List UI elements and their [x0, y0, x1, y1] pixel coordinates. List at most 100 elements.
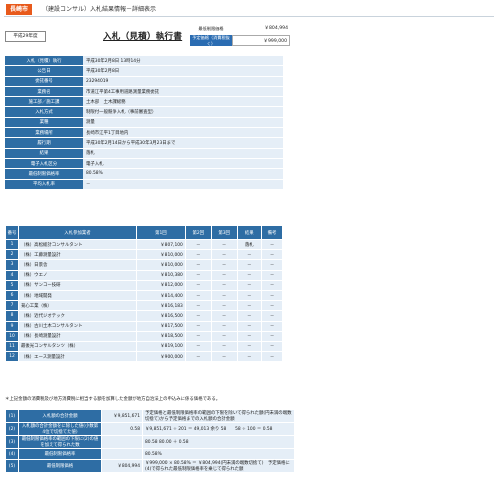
bidder-name: （株）工藤測量設計 [18, 249, 137, 261]
calc-sum: 0.58 [101, 422, 143, 436]
bid-round3: － [210, 289, 238, 302]
info-row: 業務場所 長崎市江平1丁目地内 [5, 127, 283, 139]
bidder-name: 菊心工業（株） [18, 300, 137, 312]
planned-price-value: ￥999,000 [232, 35, 290, 46]
fiscal-year-badge: 平成29年度 [5, 31, 46, 42]
bid-info-table: 入札（見積）執行 平成30年2月8日 13時14分 公告日 平成30年2月8日 委託番号… [5, 56, 283, 190]
page-title: 入札（見積）執行書 [103, 32, 183, 42]
table-row: 1 （株）高松総計コンサルタント ￥807,100 －－落札－ [5, 238, 283, 251]
table-row: 7 菊心工業（株） ￥816,183 －－－－ [5, 300, 283, 312]
bid-round2: － [184, 269, 212, 281]
bid-round1: ￥816,500 [135, 310, 186, 322]
bid-column-header: 番号 [5, 225, 19, 240]
calc-row: (1) 入札額の合計金額 ￥9,851,671 予定価格と最低制限価格率の範囲の下限を… [5, 409, 295, 423]
table-row: 4 （株）ウエノ ￥810,380 －－－－ [5, 269, 283, 281]
table-row: 3 （株）日景舎 ￥810,000 －－－－ [5, 259, 283, 271]
bidders-table: 番号 入札参加業者 第1回 第2回 第3回 結果 備考 1 （株）高松総計コンサルタント ￥80… [5, 225, 283, 363]
bid-number: 2 [5, 249, 19, 261]
bidder-name: （株）高松総計コンサルタント [18, 238, 137, 251]
calc-detail: 80.58% [142, 448, 295, 460]
calc-sum [101, 448, 143, 460]
bid-result: － [236, 259, 263, 271]
bid-result: － [236, 310, 263, 322]
calc-number: (1) [5, 409, 19, 423]
page-header-title: （建設コンサル）入札結果情報－詳細表示 [42, 6, 157, 13]
info-row: 入札方式 制限付一般競争入札（事前審査型） [5, 106, 283, 118]
calc-row: (5) 最低制限価格 ￥804,994 ￥999,000 × 80.58% ＝ ￥80… [5, 459, 295, 473]
bidder-name: （株）地域開発 [18, 289, 137, 302]
calc-row: (3) 最低制限価格率の範囲の下限に(2)の値を加えて得られた数 80.58 80.… [5, 435, 295, 449]
bid-remarks: － [261, 238, 283, 251]
calc-label: 入札額の合計金額をに除した値(小数第4位で切捨てた値) [18, 422, 102, 436]
bid-column-header: 第3回 [210, 225, 238, 240]
bid-column-header: 第2回 [184, 225, 212, 240]
bid-remarks: － [261, 320, 283, 332]
bidder-name: （株）ウエノ [18, 269, 137, 281]
bid-round3: － [210, 310, 238, 322]
bid-round1: ￥819,100 [135, 340, 186, 353]
info-row: 履行期 平成30年2月14日から平成30年3月23日まで [5, 137, 283, 149]
info-row: 平均入札率－ [5, 179, 283, 190]
bid-round3: － [210, 259, 238, 271]
info-label: 施工部／施工課 [5, 96, 83, 108]
bid-round1: ￥810,000 [135, 249, 186, 261]
bid-result: － [236, 289, 263, 302]
bid-round3: － [210, 320, 238, 332]
bid-number: 9 [5, 320, 19, 332]
table-row: 5 （株）サンコー技研 ￥812,000 －－－－ [5, 279, 283, 291]
bid-remarks: － [261, 269, 283, 281]
bidder-name: （株）近代ジオテック [18, 310, 137, 322]
calc-sum [101, 435, 143, 449]
bid-result: － [236, 351, 263, 363]
calc-detail: 予定価格と最低制限価格率の範囲の下限を除いて得られた額(円未満の端数切捨て)から… [142, 409, 295, 423]
price-summary: 最低制限価格 ￥804,994 予定価格（消費税抜く） ￥999,000 [190, 24, 290, 46]
info-label: 公告日 [5, 65, 83, 77]
bid-round1: ￥817,500 [135, 320, 186, 332]
bid-round2: － [184, 238, 212, 251]
bid-column-header: 入札参加業者 [18, 225, 137, 240]
calc-row: (2) 入札額の合計金額をに除した値(小数第4位で切捨てた値) 0.58 ￥9,851… [5, 422, 295, 436]
table-row: 11 最後光コンサルタンツ（株） ￥819,100 －－－－ [5, 340, 283, 353]
info-value: 80.58% [83, 168, 283, 180]
bidder-name: （株）古川土木コンサルタント [18, 320, 137, 332]
app-header: 長崎市 （建設コンサル）入札結果情報－詳細表示 [4, 2, 494, 17]
bid-number: 1 [5, 238, 19, 251]
calc-number: (5) [5, 459, 19, 473]
bid-round1: ￥900,000 [135, 351, 186, 363]
bidder-name: （株）サンコー技研 [18, 279, 137, 291]
city-badge: 長崎市 [6, 4, 32, 15]
calc-sum: ￥9,851,671 [101, 409, 143, 423]
info-label: 業務場所 [5, 127, 83, 139]
bid-remarks: － [261, 351, 283, 363]
info-row: 公告日 平成30年2月8日 [5, 65, 283, 77]
bid-round3: － [210, 340, 238, 353]
info-value: 電子入札 [83, 158, 283, 170]
bid-column-header: 第1回 [135, 225, 186, 240]
info-value: 市道江平第4工事用道路測量業務委託 [83, 86, 283, 98]
bid-round1: ￥807,100 [135, 238, 186, 251]
bid-round1: ￥818,500 [135, 330, 186, 342]
bid-number: 6 [5, 289, 19, 302]
info-label: 最低制限価格率 [5, 168, 83, 180]
table-row: 10 （株）長崎測量設計 ￥818,500 －－－－ [5, 330, 283, 342]
bid-round3: － [210, 269, 238, 281]
min-price-calc-table: (1) 入札額の合計金額 ￥9,851,671 予定価格と最低制限価格率の範囲の下限を… [5, 409, 295, 473]
bidder-name: 最後光コンサルタンツ（株） [18, 340, 137, 353]
info-value: 制限付一般競争入札（事前審査型） [83, 106, 283, 118]
info-row: 業種 測量 [5, 117, 283, 129]
bid-round2: － [184, 340, 212, 353]
bid-number: 4 [5, 269, 19, 281]
info-value: － [83, 179, 283, 190]
calc-row: (4) 最低制限価格率 80.58% [5, 448, 295, 460]
bid-round3: － [210, 249, 238, 261]
bid-round2: － [184, 320, 212, 332]
info-row: 施工部／施工課 土木部 土木課総務 [5, 96, 283, 108]
bid-round3: － [210, 330, 238, 342]
info-label: 委託番号 [5, 76, 83, 87]
info-value: 落札 [83, 148, 283, 159]
bid-round3: － [210, 300, 238, 312]
info-label: 平均入札率 [5, 179, 83, 190]
info-value: 土木部 土木課総務 [83, 96, 283, 108]
min-price-value: ￥804,994 [264, 26, 288, 31]
bid-result: 落札 [236, 238, 263, 251]
